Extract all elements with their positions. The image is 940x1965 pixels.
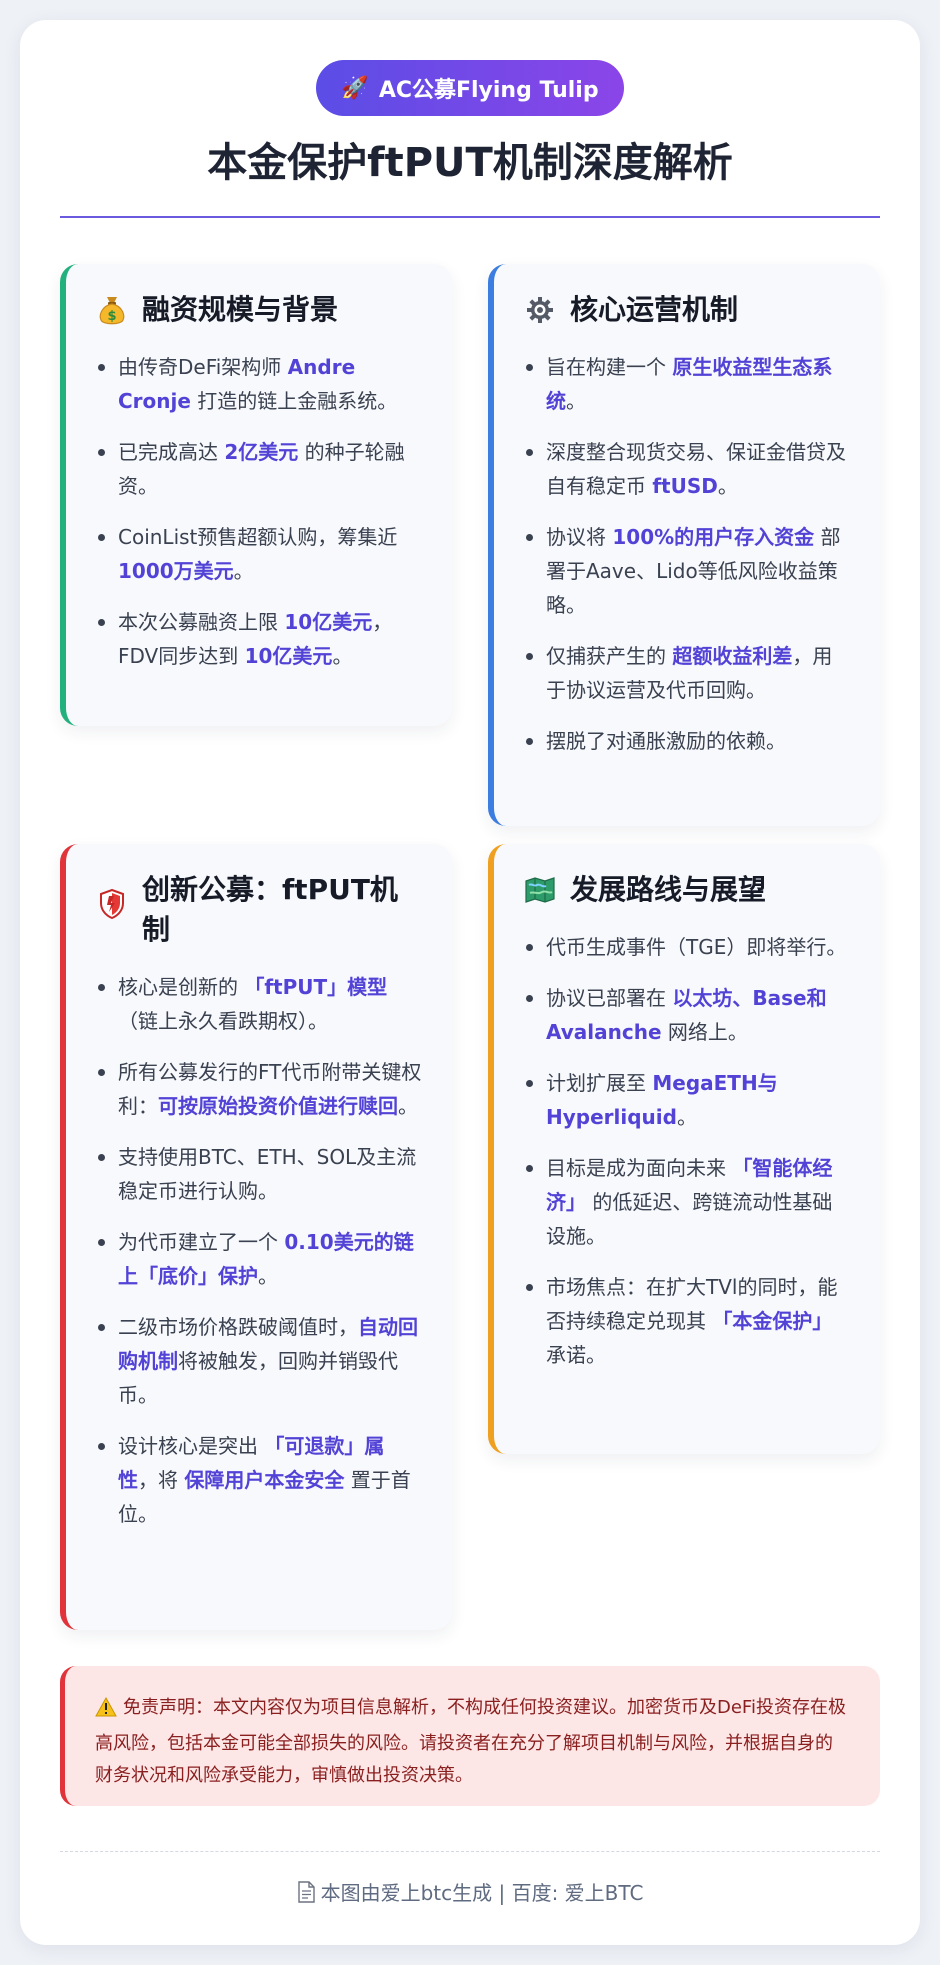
bullet-item: 协议已部署在 以太坊、Base和Avalanche 网络上。 [524,981,850,1049]
bullet-text: 仅捕获产生的 [546,644,673,668]
card-bullet-list: 核心是创新的 「ftPUT」模型 （链上永久看跌期权）。所有公募发行的FT代币附带… [96,970,422,1531]
map-icon [524,874,556,906]
card-title: 融资规模与背景 [142,293,339,326]
bullet-text: 摆脱了对通胀激励的依赖。 [546,729,786,753]
warning-icon [95,1696,117,1728]
infographic-page: 🚀 AC公募Flying Tulip 本金保护ftPUT机制深度解析 $ 融资规… [20,20,920,1945]
project-badge: 🚀 AC公募Flying Tulip [316,60,624,116]
highlight-text: 保障用户本金安全 [184,1468,345,1492]
disclaimer-text: 免责声明：本文内容仅为项目信息解析，不构成任何投资建议。加密货币及DeFi投资存… [95,1697,846,1786]
bullet-text: 支持使用BTC、ETH、SOL及主流稳定币进行认购。 [118,1145,417,1203]
bullet-text: 打造的链上金融系统。 [190,389,398,413]
bullet-text: 的低延迟、跨链流动性基础设施。 [546,1190,833,1248]
highlight-text: 10亿美元 [284,610,373,634]
bullet-item: 核心是创新的 「ftPUT」模型 （链上永久看跌期权）。 [96,970,422,1038]
bullet-text: CoinList预售超额认购，筹集近 [118,525,398,549]
bullet-item: 摆脱了对通胀激励的依赖。 [524,724,850,758]
bullet-item: 协议将 100%的用户存入资金 部署于Aave、Lido等低风险收益策略。 [524,520,850,622]
bullet-item: 目标是成为面向未来 「智能体经济」 的低延迟、跨链流动性基础设施。 [524,1151,850,1253]
card-bullet-list: 代币生成事件（TGE）即将举行。协议已部署在 以太坊、Base和Avalanch… [524,930,850,1372]
rocket-icon: 🚀 [341,75,369,101]
bullet-text: 。 [717,474,738,498]
bullet-item: 深度整合现货交易、保证金借贷及自有稳定币 ftUSD。 [524,435,850,503]
bullet-text: 。 [332,644,353,668]
page-title: 本金保护ftPUT机制深度解析 [207,140,733,186]
bullet-text: 。 [566,389,586,413]
highlight-text: 「本金保护」 [712,1309,833,1333]
bullet-text: 目标是成为面向未来 [546,1156,733,1180]
card-title: 核心运营机制 [570,293,739,326]
card-funding: $ 融资规模与背景 由传奇DeFi架构师 Andre Cronje 打造的链上金… [60,264,452,726]
bullet-text: 已完成高达 [118,440,225,464]
disclaimer-box: 免责声明：本文内容仅为项目信息解析，不构成任何投资建议。加密货币及DeFi投资存… [60,1666,880,1806]
highlight-text: ftUSD [652,474,718,498]
bullet-item: 仅捕获产生的 超额收益利差，用于协议运营及代币回购。 [524,639,850,707]
document-icon [297,1881,315,1908]
card-title: 创新公募：ftPUT机制 [142,873,398,946]
highlight-text: 超额收益利差 [672,644,793,668]
bullet-item: 为代币建立了一个 0.10美元的链上「底价」保护。 [96,1225,422,1293]
bullet-item: CoinList预售超额认购，筹集近 1000万美元。 [96,520,422,588]
bullet-item: 旨在构建一个 原生收益型生态系统。 [524,350,850,418]
bullet-text: ，将 [138,1468,185,1492]
highlight-text: 2亿美元 [224,440,299,464]
money-bag-icon: $ [96,294,128,326]
shield-icon [96,888,128,920]
bullet-text: 网络上。 [661,1020,748,1044]
footer-text: 本图由爱上btc生成 | 百度: 爱上BTC [320,1881,644,1905]
bullet-text: 协议将 [546,525,613,549]
bullet-text: 。 [676,1105,697,1129]
bullet-text: 计划扩展至 [546,1071,653,1095]
bullet-text: 本次公募融资上限 [118,610,285,634]
bullet-text: 旨在构建一个 [546,355,673,379]
card-bullet-list: 旨在构建一个 原生收益型生态系统。 深度整合现货交易、保证金借贷及自有稳定币 ft… [524,350,850,758]
card-bullet-list: 由传奇DeFi架构师 Andre Cronje 打造的链上金融系统。 已完成高达 … [96,350,422,673]
highlight-text: 100%的用户存入资金 [612,525,815,549]
card-mechanism: 核心运营机制 旨在构建一个 原生收益型生态系统。 深度整合现货交易、保证金借贷及自… [488,264,880,826]
bullet-item: 二级市场价格跌破阈值时，自动回购机制将被触发，回购并销毁代币。 [96,1310,422,1412]
bullet-text: 。 [233,559,254,583]
title-divider [60,216,880,218]
bullet-item: 本次公募融资上限 10亿美元，FDV同步达到 10亿美元。 [96,605,422,673]
bullet-item: 代币生成事件（TGE）即将举行。 [524,930,850,964]
bullet-text: 二级市场价格跌破阈值时， [118,1315,358,1339]
card-roadmap: 发展路线与展望 代币生成事件（TGE）即将举行。协议已部署在 以太坊、Base和… [488,844,880,1454]
bullet-item: 设计核心是突出 「可退款」属性，将 保障用户本金安全 置于首位。 [96,1429,422,1531]
bullet-text: 承诺。 [546,1343,606,1367]
card-title: 发展路线与展望 [570,873,767,906]
bullet-item: 已完成高达 2亿美元 的种子轮融资。 [96,435,422,503]
bullet-text: 。 [398,1094,418,1118]
bullet-text: （链上永久看跌期权）。 [118,1009,328,1033]
svg-text:$: $ [107,309,116,324]
bullet-text: 核心是创新的 [118,975,245,999]
bullet-text: 为代币建立了一个 [118,1230,285,1254]
bullet-text: 。 [258,1264,278,1288]
bullet-item: 计划扩展至 MegaETH与Hyperliquid。 [524,1066,850,1134]
bullet-text: 协议已部署在 [546,986,673,1010]
bullet-text: 代币生成事件（TGE）即将举行。 [546,935,847,959]
highlight-text: 1000万美元 [118,559,234,583]
bullet-text: 由传奇DeFi架构师 [118,355,288,379]
bullet-item: 由传奇DeFi架构师 Andre Cronje 打造的链上金融系统。 [96,350,422,418]
highlight-text: 10亿美元 [244,644,333,668]
footer-divider [60,1851,880,1852]
footer: 本图由爱上btc生成 | 百度: 爱上BTC [20,1877,920,1908]
highlight-text: 可按原始投资价值进行赎回 [158,1094,398,1118]
gear-icon [524,294,556,326]
bullet-text: 设计核心是突出 [118,1434,265,1458]
bullet-item: 支持使用BTC、ETH、SOL及主流稳定币进行认购。 [96,1140,422,1208]
card-ftput: 创新公募：ftPUT机制 核心是创新的 「ftPUT」模型 （链上永久看跌期权）。… [60,844,452,1630]
bullet-item: 市场焦点：在扩大TVl的同时，能否持续稳定兑现其 「本金保护」 承诺。 [524,1270,850,1372]
badge-label: AC公募Flying Tulip [378,78,599,103]
bullet-item: 所有公募发行的FT代币附带关键权利：可按原始投资价值进行赎回。 [96,1055,422,1123]
highlight-text: 「ftPUT」模型 [244,975,388,999]
